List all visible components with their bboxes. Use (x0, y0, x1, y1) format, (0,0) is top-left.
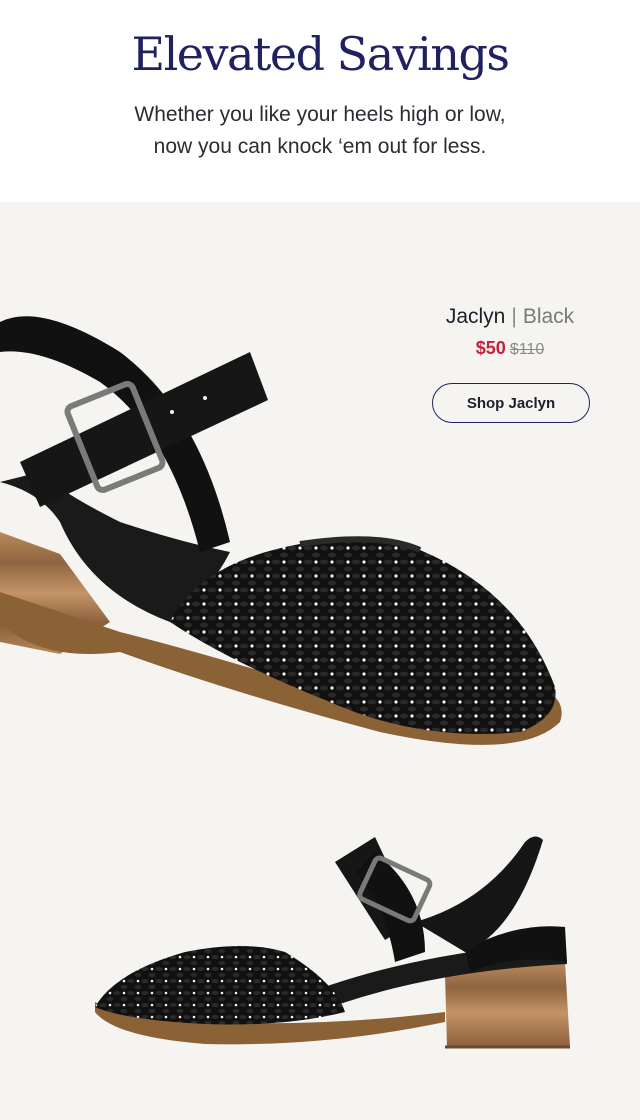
product-title: Jaclyn | Black (420, 302, 600, 332)
product-info: Jaclyn | Black $50 $110 (420, 302, 600, 362)
product-name[interactable]: Jaclyn (446, 305, 506, 328)
sale-price: $50 (475, 338, 506, 358)
page-title: Elevated Savings (131, 27, 510, 81)
subheading-line-2: now you can knock ‘em out for less. (153, 135, 487, 158)
product-image-side[interactable] (85, 822, 585, 1062)
product-panel: Jaclyn | Black $50 $110 Shop Jaclyn (0, 202, 640, 1120)
title-divider: | (511, 305, 517, 328)
product-image-front[interactable] (0, 292, 580, 792)
product-color: Black (522, 305, 575, 328)
subheading: Whether you like your heels high or low,… (0, 99, 640, 163)
original-price: $110 (509, 341, 545, 358)
shop-jaclyn-button[interactable]: Shop Jaclyn (432, 383, 590, 423)
subheading-line-1: Whether you like your heels high or low, (134, 103, 506, 126)
hero-header: Elevated Savings Whether you like your h… (0, 0, 640, 202)
price: $50 $110 (420, 336, 600, 362)
